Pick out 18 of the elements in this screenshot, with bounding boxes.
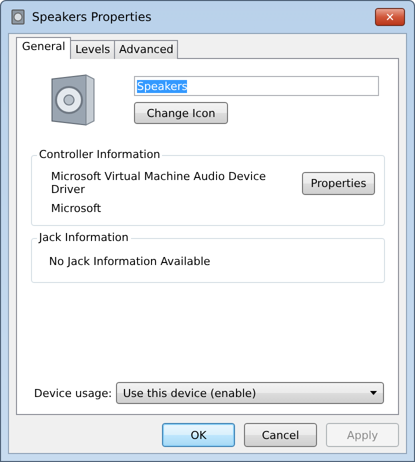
device-usage-label: Device usage: (34, 386, 114, 400)
properties-button[interactable]: Properties (302, 172, 375, 194)
window-title: Speakers Properties (32, 10, 153, 24)
tab[interactable]: Advanced (114, 40, 178, 59)
tab[interactable]: Levels (70, 40, 116, 59)
dialog-button[interactable]: Cancel (244, 423, 317, 447)
dialog-button[interactable]: OK (162, 423, 235, 447)
manufacturer: Microsoft (50, 202, 102, 215)
jack-status: No Jack Information Available (48, 254, 212, 268)
caret-icon (370, 391, 377, 395)
driver-name: Microsoft Virtual Machine Audio Device Driver (51, 170, 267, 196)
close-button[interactable]: ✕ (375, 8, 405, 26)
device-usage-dropdown[interactable]: Use this device (enable) (116, 382, 384, 404)
speaker-icon (11, 9, 25, 25)
group-title: Controller Information (37, 148, 162, 161)
tab[interactable]: General (16, 37, 72, 59)
group-title: Jack Information (37, 231, 131, 244)
change-icon-button[interactable]: Change Icon (134, 102, 228, 124)
